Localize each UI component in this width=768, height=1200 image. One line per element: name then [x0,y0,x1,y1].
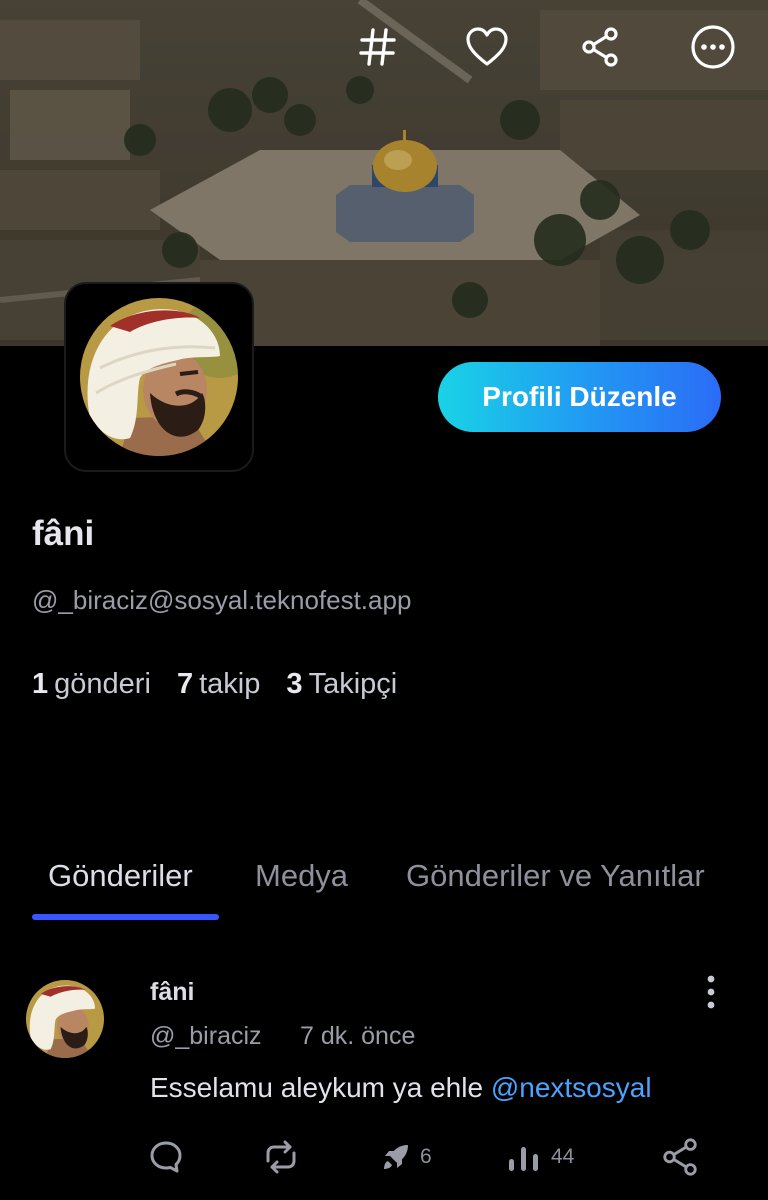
stat-followers[interactable]: 3 Takipçi [286,668,397,701]
more-options-button[interactable] [688,22,738,72]
hashtag-button[interactable] [353,22,403,72]
tab-posts[interactable]: Gönderiler [48,858,193,894]
post-actions: 6 44 [0,1134,768,1180]
share-profile-button[interactable] [575,22,625,72]
share-post-button[interactable] [660,1134,700,1180]
post-mention-link[interactable]: @nextsosyal [491,1072,652,1103]
stat-followers-value: 3 [286,668,303,700]
profile-avatar-frame[interactable] [64,282,254,472]
header-actions [0,22,768,72]
profile-handle: @_biraciz@sosyal.teknofest.app [32,585,412,615]
stat-following-value: 7 [176,668,194,700]
more-options-icon [691,25,735,69]
heart-icon [466,27,508,66]
tab-posts-and-replies[interactable]: Gönderiler ve Yanıtlar [406,858,705,894]
share-icon [582,27,618,67]
views-icon [509,1147,538,1171]
post-content: Esselamu aleykum ya ehle @nextsosyal [150,1072,652,1104]
profile-display-name: fâni [32,514,95,553]
reply-icon [150,1141,182,1173]
avatar-image [80,298,238,456]
views-count: 44 [551,1145,575,1168]
post-more-button[interactable] [694,972,728,1012]
stat-posts-label: gönderi [54,668,151,700]
post-text: Esselamu aleykum ya ehle [150,1072,491,1103]
profile-stats: 1 gönderi 7 takip 3 Takipçi [32,668,415,701]
views-button[interactable]: 44 [505,1134,574,1180]
edit-profile-button[interactable]: Profili Düzenle [438,362,721,432]
repost-icon [266,1140,296,1174]
share-icon [663,1138,697,1176]
reply-button[interactable] [148,1134,184,1180]
post-avatar-image [26,980,104,1058]
vertical-dots-icon [707,975,715,1009]
post-author-handle[interactable]: @_biraciz [150,1022,262,1051]
boost-count: 6 [420,1145,432,1168]
rocket-icon [384,1145,408,1169]
favorite-button[interactable] [462,22,512,72]
stat-posts[interactable]: 1 gönderi [32,668,151,701]
repost-button[interactable] [260,1134,302,1180]
profile-page: Profili Düzenle fâni @_biraciz@sosyal.te… [0,0,768,1200]
avatar [80,298,238,456]
stat-following-label: takip [199,668,261,700]
post-timestamp: 7 dk. önce [300,1022,416,1050]
active-tab-indicator [32,914,219,920]
boost-button[interactable]: 6 [380,1134,432,1180]
stat-followers-label: Takipçi [308,668,398,700]
stat-posts-value: 1 [32,668,49,700]
hashtag-icon [359,28,396,66]
stat-following[interactable]: 7 takip [177,668,260,701]
post-author-name[interactable]: fâni [150,978,194,1007]
tab-media[interactable]: Medya [255,858,348,894]
post-author-avatar[interactable] [26,980,104,1058]
profile-tabs: Gönderiler Medya Gönderiler ve Yanıtlar [0,858,768,922]
